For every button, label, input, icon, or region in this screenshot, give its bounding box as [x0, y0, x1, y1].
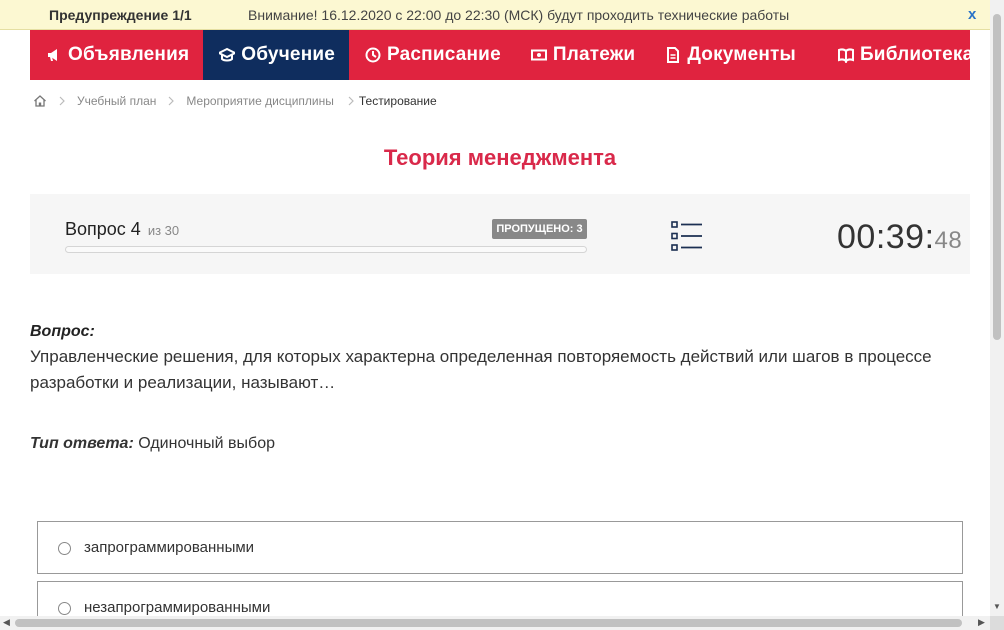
answer-option-label: незапрограммированными — [84, 599, 271, 616]
timer: 00:39:48 — [837, 218, 962, 257]
clock-icon — [365, 47, 381, 63]
megaphone-icon — [46, 47, 62, 63]
nav-item-label: Объявления — [68, 44, 190, 65]
main-nav: Объявления Обучение Расписание Платежи Д… — [30, 30, 992, 80]
answer-type: Тип ответа: Одиночный выбор — [30, 435, 275, 453]
page-title: Теория менеджмента — [383, 145, 617, 170]
question-total: из 30 — [147, 223, 180, 238]
warning-text: Внимание! 16.12.2020 с 22:00 до 22:30 (М… — [248, 7, 790, 23]
skipped-badge[interactable]: ПРОПУЩЕНО: 3 — [492, 219, 587, 239]
nav-item-label: Платежи — [552, 44, 636, 65]
nav-item-learning[interactable]: Обучение — [203, 30, 350, 80]
horizontal-scrollbar[interactable]: ◀ ▶ — [0, 616, 990, 630]
nav-item-label: Расписание — [387, 44, 501, 65]
horizontal-scroll-thumb[interactable] — [15, 619, 962, 627]
chevron-right-icon — [59, 96, 65, 106]
test-progress-panel: Вопрос 4 из 30 ПРОПУЩЕНО: 3 00:39:48 — [30, 194, 970, 274]
nav-item-library[interactable]: Библиотека — [822, 30, 1004, 80]
vertical-scroll-thumb[interactable] — [993, 14, 1001, 340]
home-icon[interactable] — [33, 94, 47, 108]
answer-option[interactable]: запрограммированными — [37, 521, 963, 574]
nav-item-payments[interactable]: Платежи — [515, 30, 649, 80]
chevron-right-icon — [348, 96, 354, 106]
progress-bar — [65, 246, 587, 253]
money-icon — [530, 47, 547, 63]
scroll-right-arrow-icon[interactable]: ▶ — [978, 617, 985, 628]
question-counter: Вопрос 4 из 30 — [65, 219, 179, 240]
scroll-left-arrow-icon[interactable]: ◀ — [3, 617, 10, 628]
nav-item-label: Документы — [687, 44, 796, 65]
scrollbar-corner — [990, 616, 1004, 630]
book-icon — [837, 47, 854, 63]
radio-button[interactable] — [58, 542, 71, 555]
chevron-right-icon — [168, 96, 175, 106]
vertical-scrollbar[interactable]: ▼ — [990, 0, 1004, 616]
radio-button[interactable] — [58, 602, 71, 615]
nav-item-documents[interactable]: Документы — [649, 30, 810, 80]
breadcrumb-study-plan[interactable]: Учебный план — [77, 94, 156, 108]
nav-item-label: Обучение — [241, 44, 336, 65]
question-text: Управленческие решения, для которых хара… — [30, 347, 932, 392]
nav-item-schedule[interactable]: Расписание — [349, 30, 515, 80]
warning-bar: Предупреждение 1/1 Внимание! 16.12.2020 … — [0, 0, 990, 30]
breadcrumb-discipline-event[interactable]: Мероприятие дисциплины — [186, 94, 333, 108]
nav-item-announcements[interactable]: Объявления — [30, 30, 203, 80]
answer-type-label: Тип ответа: — [30, 435, 134, 452]
document-icon — [665, 47, 681, 63]
warning-close-button[interactable]: x — [968, 6, 976, 23]
question-heading: Вопрос: — [30, 323, 95, 340]
nav-item-label: Библиотека — [859, 44, 974, 65]
timer-main: 00:39: — [837, 218, 935, 256]
warning-title: Предупреждение 1/1 — [49, 7, 192, 23]
answer-option-label: запрограммированными — [84, 539, 255, 556]
question-list-icon[interactable] — [671, 221, 703, 251]
scroll-down-arrow-icon[interactable]: ▼ — [993, 602, 1001, 611]
answer-type-value: Одиночный выбор — [138, 435, 275, 452]
breadcrumb-current: Тестирование — [358, 94, 437, 108]
graduation-cap-icon — [219, 47, 236, 63]
timer-seconds: 48 — [934, 227, 963, 254]
breadcrumb: Учебный план Мероприятие дисциплины Тест… — [33, 94, 437, 108]
question-number: Вопрос 4 — [65, 219, 141, 239]
